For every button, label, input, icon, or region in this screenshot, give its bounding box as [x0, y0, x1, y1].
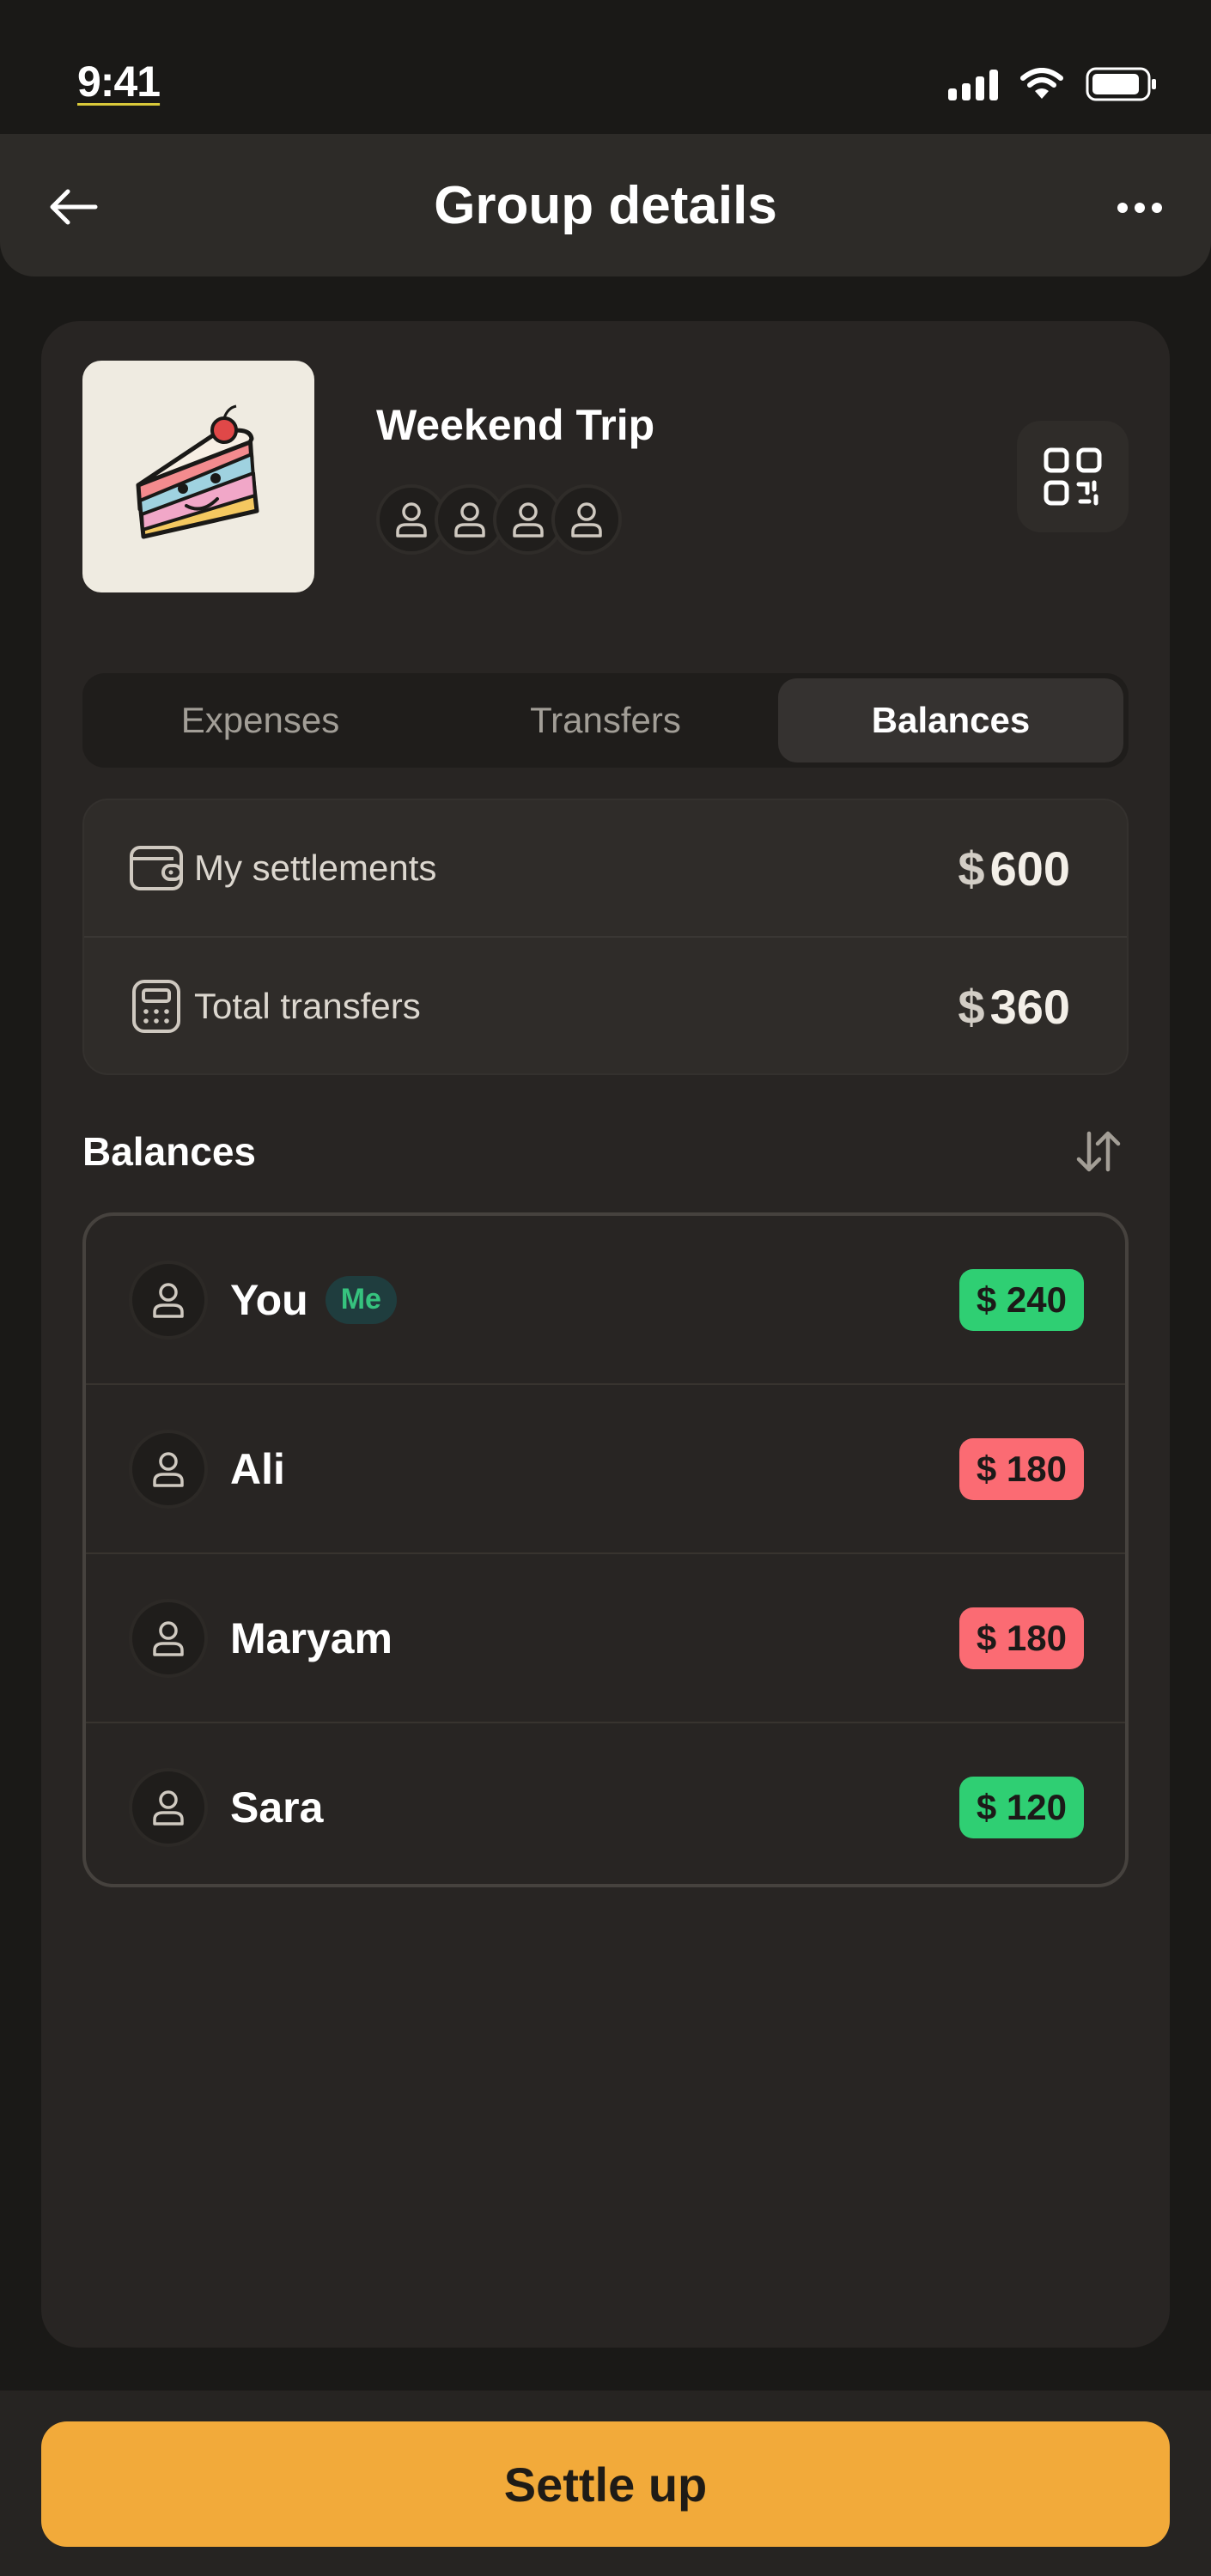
sort-arrows-icon [1076, 1131, 1121, 1172]
status-time: 9:41 [77, 58, 161, 106]
summary-label: My settlements [194, 848, 437, 888]
summary-row-settlements[interactable]: My settlements $600 [84, 800, 1127, 938]
avatar [129, 1260, 208, 1340]
tab-transfers[interactable]: Transfers [433, 678, 778, 762]
list-item[interactable]: Sara $ 120 [86, 1723, 1125, 1884]
qr-code-icon [1044, 447, 1102, 506]
wallet-icon [130, 846, 183, 890]
user-icon [153, 1282, 184, 1318]
summary-label: Total transfers [194, 986, 421, 1026]
person-name: Maryam [230, 1613, 393, 1662]
user-icon [153, 1789, 184, 1826]
settlements-amount: $600 [958, 841, 1070, 896]
calculator-icon [132, 980, 180, 1033]
summary-row-transfers[interactable]: Total transfers $360 [84, 938, 1127, 1075]
qr-code-button[interactable] [1017, 421, 1129, 532]
balance-amount: $ 240 [958, 1268, 1084, 1331]
balance-amount: $ 120 [958, 1776, 1084, 1838]
tab-bar: Expenses Transfers Balances [82, 673, 1129, 768]
person-name: You [230, 1275, 308, 1324]
more-options-button[interactable] [1110, 182, 1170, 234]
avatar [129, 1598, 208, 1678]
balances-heading: Balances [82, 1129, 257, 1174]
balance-list: You Me $ 240 Ali $ 180 Maryam $ 180 Sara [82, 1212, 1129, 1887]
status-bar: 9:41 [0, 0, 1211, 134]
summary-card: My settlements $600 Total transfers $360 [82, 799, 1129, 1075]
user-icon [153, 1620, 184, 1656]
group-details-card: Weekend Trip Expenses Transfers Balances [41, 321, 1170, 2348]
bottom-bar: Settle up [0, 2391, 1211, 2576]
user-icon [396, 502, 427, 538]
member-avatar [551, 484, 622, 555]
wifi-icon [1020, 68, 1063, 99]
user-icon [513, 502, 544, 538]
person-name: Sara [230, 1783, 324, 1832]
group-name: Weekend Trip [376, 401, 655, 449]
user-icon [571, 502, 602, 538]
balance-amount: $ 180 [958, 1437, 1084, 1500]
list-item[interactable]: Ali $ 180 [86, 1385, 1125, 1552]
more-horizontal-icon [1117, 203, 1128, 213]
page-title: Group details [434, 176, 777, 235]
avatar [129, 1429, 208, 1509]
transfers-amount: $360 [958, 979, 1070, 1034]
signal-icon [948, 68, 998, 100]
avatar [129, 1767, 208, 1847]
user-icon [153, 1451, 184, 1487]
battery-icon [1086, 67, 1156, 101]
user-icon [454, 502, 485, 538]
balance-amount: $ 180 [958, 1607, 1084, 1669]
sort-button[interactable] [1068, 1121, 1129, 1182]
group-image[interactable] [82, 361, 314, 592]
cake-slice-illustration [136, 404, 259, 539]
status-icons [948, 67, 1158, 101]
me-badge: Me [325, 1275, 397, 1324]
list-item[interactable]: You Me $ 240 [86, 1216, 1125, 1383]
settle-up-button[interactable]: Settle up [41, 2421, 1170, 2547]
list-item[interactable]: Maryam $ 180 [86, 1554, 1125, 1722]
header-bar: Group details [0, 134, 1211, 276]
person-name: Ali [230, 1444, 285, 1493]
tab-expenses[interactable]: Expenses [88, 678, 433, 762]
member-avatars[interactable] [376, 484, 622, 555]
tab-balances[interactable]: Balances [778, 678, 1123, 762]
